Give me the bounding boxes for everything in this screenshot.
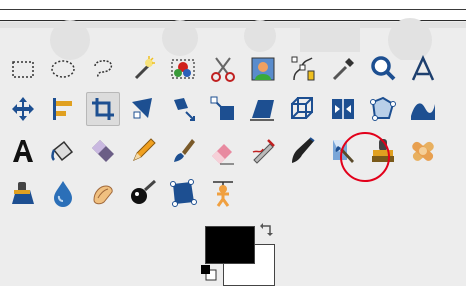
scale-icon[interactable]: [166, 92, 200, 126]
perspective-clone-icon[interactable]: [6, 176, 40, 210]
smudge-icon[interactable]: [86, 176, 120, 210]
pencil-icon[interactable]: [126, 134, 160, 168]
shear-icon[interactable]: [206, 92, 240, 126]
foreground-color-swatch[interactable]: [205, 226, 255, 264]
rotate-icon[interactable]: [126, 92, 160, 126]
scissors-select-icon[interactable]: [206, 52, 240, 86]
3d-transform-icon[interactable]: [286, 92, 320, 126]
align-icon[interactable]: [46, 92, 80, 126]
background-watermark: [0, 0, 466, 60]
crop-icon[interactable]: [86, 92, 120, 126]
ellipse-select-icon[interactable]: [46, 52, 80, 86]
paintbrush-icon[interactable]: [166, 134, 200, 168]
perspective-icon[interactable]: [246, 92, 280, 126]
zoom-icon[interactable]: [366, 52, 400, 86]
foreground-select-icon[interactable]: [246, 52, 280, 86]
dodge-burn-icon[interactable]: [126, 176, 160, 210]
free-select-icon[interactable]: [86, 52, 120, 86]
blur-sharpen-icon[interactable]: [46, 176, 80, 210]
swap-colors-icon[interactable]: [258, 222, 278, 240]
airbrush-icon[interactable]: [246, 134, 280, 168]
bucket-fill-icon[interactable]: [46, 134, 80, 168]
unified-transform-icon[interactable]: [166, 176, 200, 210]
warp-transform-icon[interactable]: [406, 92, 440, 126]
measure-icon[interactable]: [406, 52, 440, 86]
heal-icon[interactable]: [406, 134, 440, 168]
move-icon[interactable]: [6, 92, 40, 126]
flip-icon[interactable]: [326, 92, 360, 126]
rect-select-icon[interactable]: [6, 52, 40, 86]
fuzzy-select-icon[interactable]: [126, 52, 160, 86]
color-area: [200, 222, 290, 286]
paths-icon[interactable]: [286, 52, 320, 86]
puppet-warp-icon[interactable]: [206, 176, 240, 210]
text-icon[interactable]: [6, 134, 40, 168]
blend-icon[interactable]: [86, 134, 120, 168]
default-colors-icon[interactable]: [200, 264, 220, 282]
ink-icon[interactable]: [286, 134, 320, 168]
highlight-circle: [340, 132, 390, 182]
cage-transform-icon[interactable]: [366, 92, 400, 126]
eraser-icon[interactable]: [206, 134, 240, 168]
color-picker-icon[interactable]: [326, 52, 360, 86]
select-by-color-icon[interactable]: [166, 52, 200, 86]
